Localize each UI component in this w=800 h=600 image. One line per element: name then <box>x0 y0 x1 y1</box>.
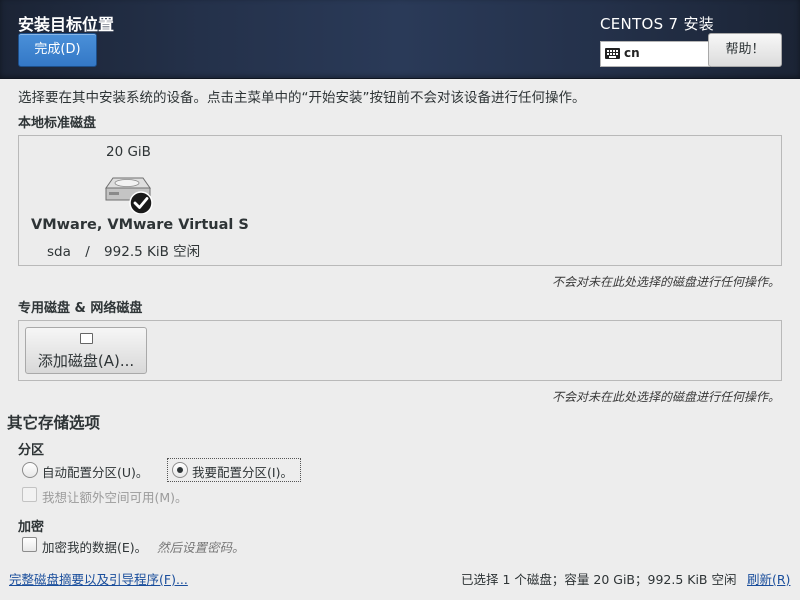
disk-free-space: 992.5 KiB 空闲 <box>104 244 201 260</box>
help-button[interactable]: 帮助！ <box>708 33 782 67</box>
other-storage-options-heading: 其它存储选项 <box>7 414 101 432</box>
disk-model: VMware, VMware Virtual S <box>31 217 249 233</box>
manual-partition-label[interactable]: 我要配置分区(I)。 <box>192 462 293 481</box>
disk-device: sda <box>47 244 71 260</box>
add-disk-label: 添加磁盘(A)... <box>37 352 135 370</box>
auto-partition-radio[interactable] <box>22 462 38 478</box>
instruction-text: 选择要在其中安装系统的设备。点击主菜单中的“开始安装”按钮前不会对该设备进行任何… <box>18 90 586 106</box>
full-disk-summary-link[interactable]: 完整磁盘摘要以及引导程序(F)... <box>9 569 188 588</box>
disk-size: 20 GiB <box>106 144 151 160</box>
refresh-link[interactable]: 刷新(R) <box>747 569 790 588</box>
disk-sda[interactable]: 20 GiB VMware, VMware Virtual S sda / 99… <box>30 144 249 264</box>
extra-space-checkbox[interactable] <box>22 487 37 502</box>
selection-summary: 已选择 1 个磁盘；容量 20 GiB；992.5 KiB 空闲 <box>461 572 737 587</box>
hard-disk-selected-icon <box>105 177 153 214</box>
local-disks-note: 不会对未在此处选择的磁盘进行任何操作。 <box>551 275 780 289</box>
header-bar: 安装目标位置 完成(D) CENTOS 7 安装 cn 帮助！ <box>0 0 800 79</box>
disk-add-icon <box>80 333 93 344</box>
encrypt-data-label[interactable]: 加密我的数据(E)。 <box>42 537 147 556</box>
specialized-disks-note: 不会对未在此处选择的磁盘进行任何操作。 <box>551 390 780 404</box>
keyboard-layout-label: cn <box>624 46 640 60</box>
product-title: CENTOS 7 安装 <box>600 15 715 33</box>
disk-device-info: sda / 992.5 KiB 空闲 <box>47 240 200 260</box>
encrypt-data-hint: 然后设置密码。 <box>157 540 245 555</box>
add-disk-button[interactable]: 添加磁盘(A)... <box>25 327 147 374</box>
encryption-heading: 加密 <box>18 520 45 535</box>
page-title: 安装目标位置 <box>18 15 115 34</box>
manual-partition-radio[interactable] <box>172 462 188 478</box>
encrypt-data-checkbox[interactable] <box>22 537 37 552</box>
keyboard-layout-indicator[interactable]: cn <box>600 41 710 67</box>
local-disks-heading: 本地标准磁盘 <box>18 116 97 131</box>
partitioning-heading: 分区 <box>18 443 45 458</box>
auto-partition-label[interactable]: 自动配置分区(U)。 <box>42 462 148 481</box>
specialized-disks-heading: 专用磁盘 & 网络磁盘 <box>18 301 143 316</box>
extra-space-label: 我想让额外空间可用(M)。 <box>42 490 188 505</box>
disk-separator: / <box>85 244 90 260</box>
keyboard-icon <box>605 48 620 59</box>
done-button[interactable]: 完成(D) <box>18 33 97 67</box>
